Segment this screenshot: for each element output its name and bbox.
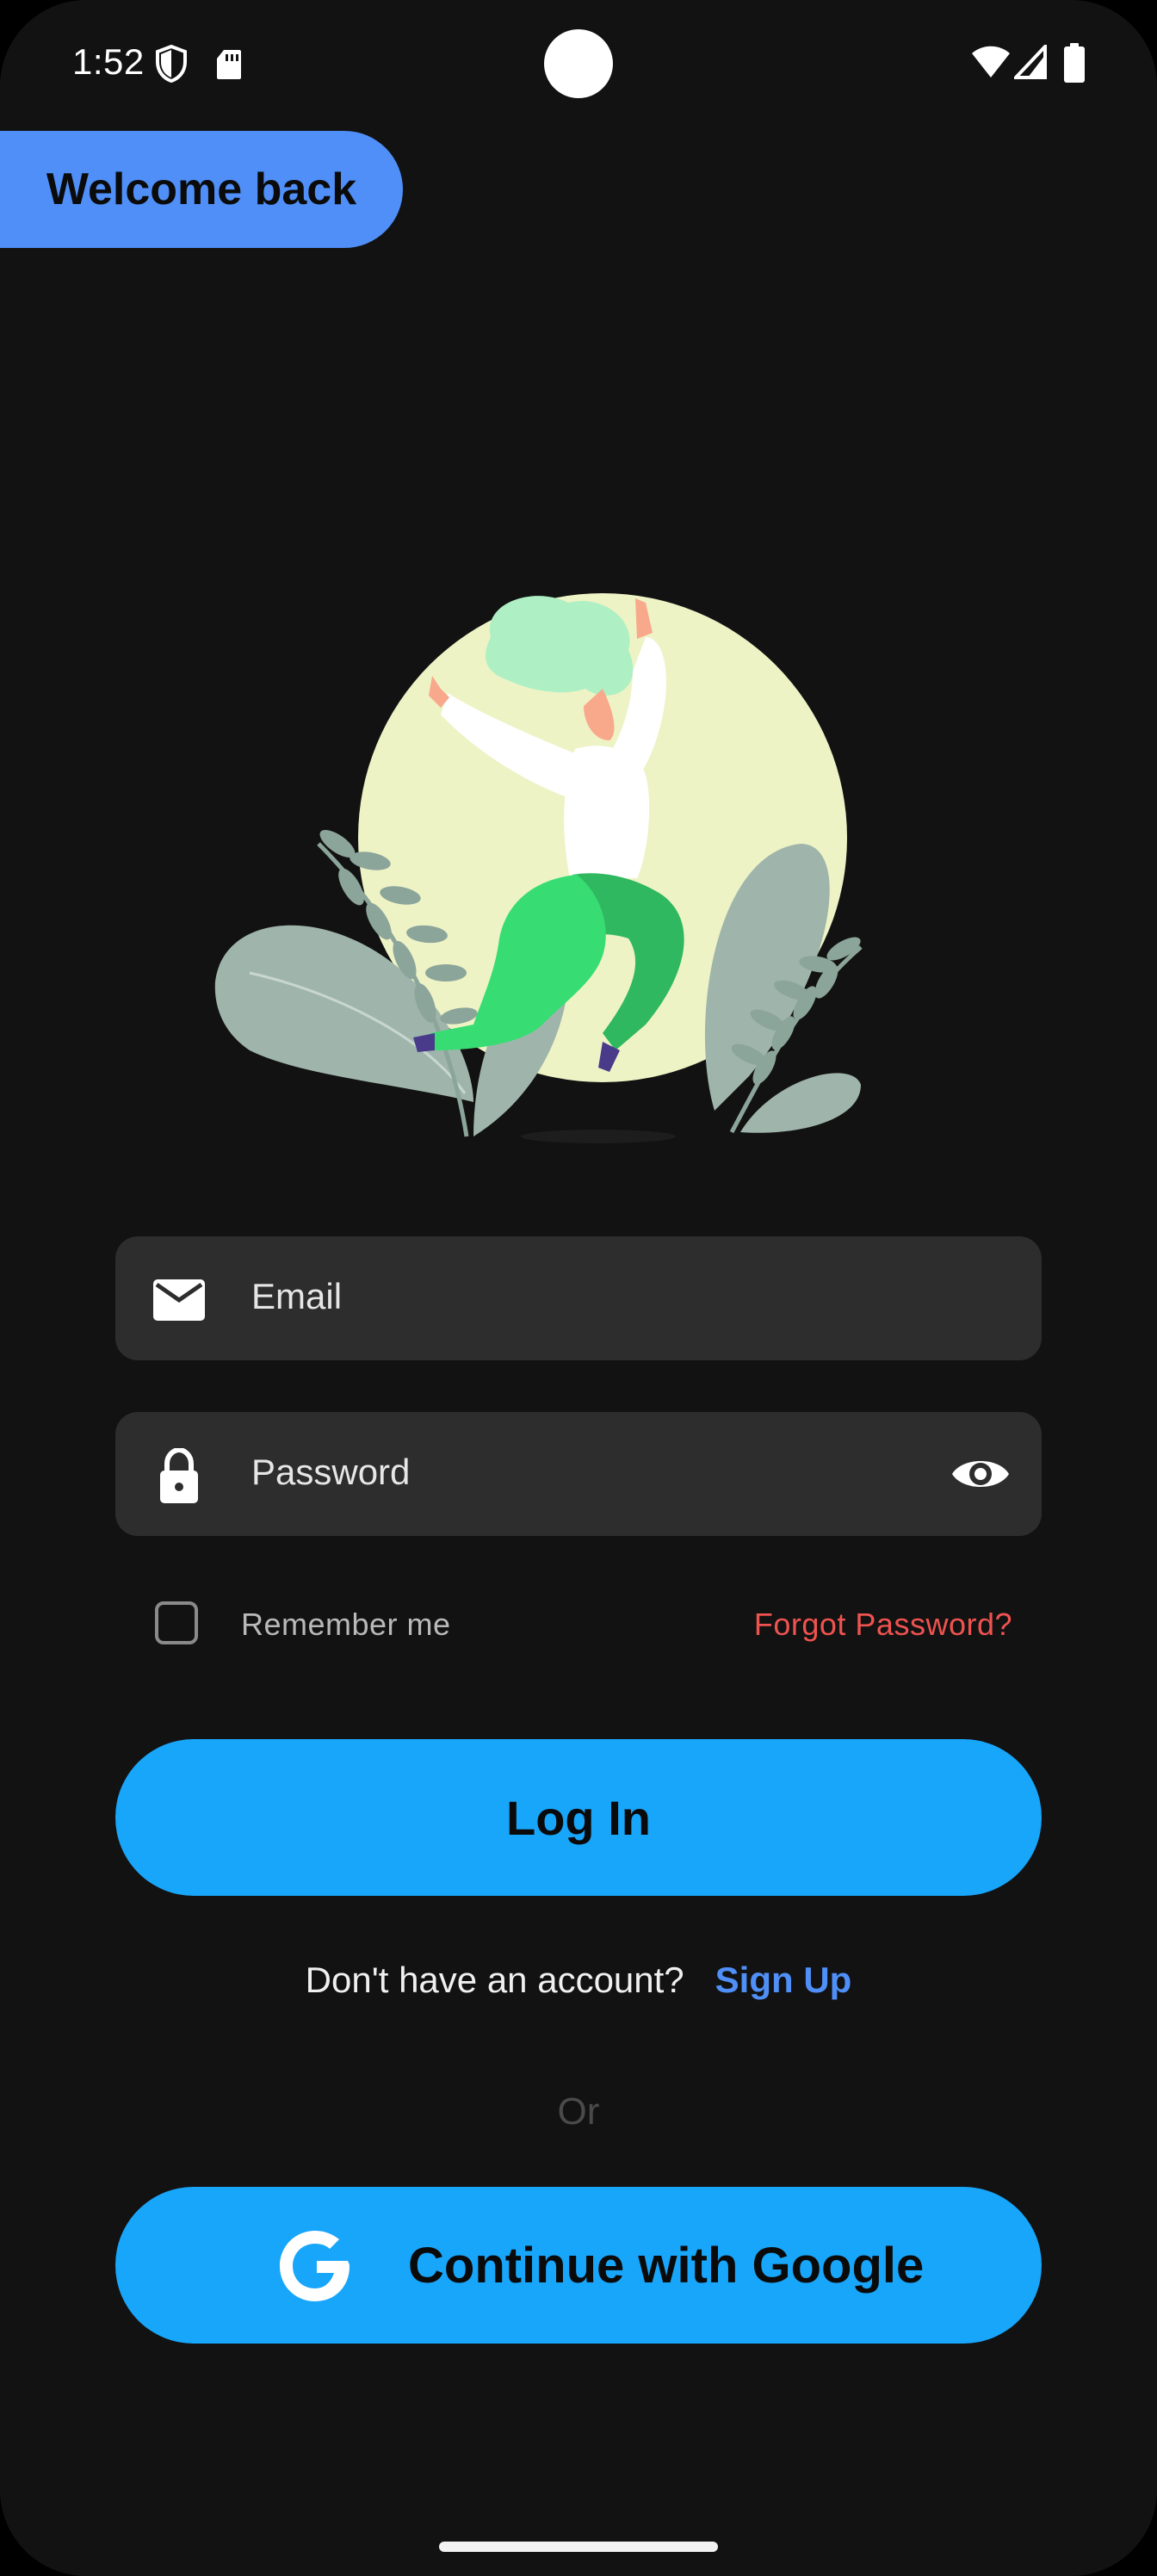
remember-checkbox[interactable] [155,1601,198,1644]
hero-illustration [214,593,863,1143]
status-bar: 1:52 [0,0,1157,129]
lock-icon [160,1448,198,1503]
signup-link[interactable]: Sign Up [715,1960,852,2000]
camera-cutout [544,29,613,98]
google-button-label: Continue with Google [408,2238,925,2294]
or-divider: Or [557,2090,600,2133]
email-icon [153,1279,205,1321]
remember-label: Remember me [241,1607,451,1642]
forgot-password-link[interactable]: Forgot Password? [754,1607,1012,1643]
google-signin-button[interactable]: Continue with Google [115,2187,1042,2344]
signal-icon [1014,45,1047,79]
password-field[interactable]: Password [115,1412,1042,1536]
login-button-label: Log In [506,1790,651,1845]
email-placeholder: Email [251,1276,343,1316]
welcome-banner: Welcome back [0,131,403,248]
shield-icon [156,45,187,83]
google-icon [280,2231,350,2301]
home-indicator[interactable] [439,2542,718,2552]
app-screen: 1:52 Welcome back Email Password Remembe… [0,0,1157,2576]
eye-icon[interactable] [950,1450,1011,1498]
login-button[interactable]: Log In [115,1739,1042,1896]
signup-prompt: Don't have an account? [305,1960,684,2000]
password-placeholder: Password [251,1452,411,1492]
status-time: 1:52 [72,41,145,82]
welcome-title: Welcome back [46,164,357,214]
battery-icon [1064,43,1085,83]
wifi-icon [972,46,1010,77]
email-field[interactable]: Email [115,1236,1042,1360]
signup-row: Don't have an account? Sign Up [0,1960,1157,2001]
sd-card-icon [217,50,241,79]
